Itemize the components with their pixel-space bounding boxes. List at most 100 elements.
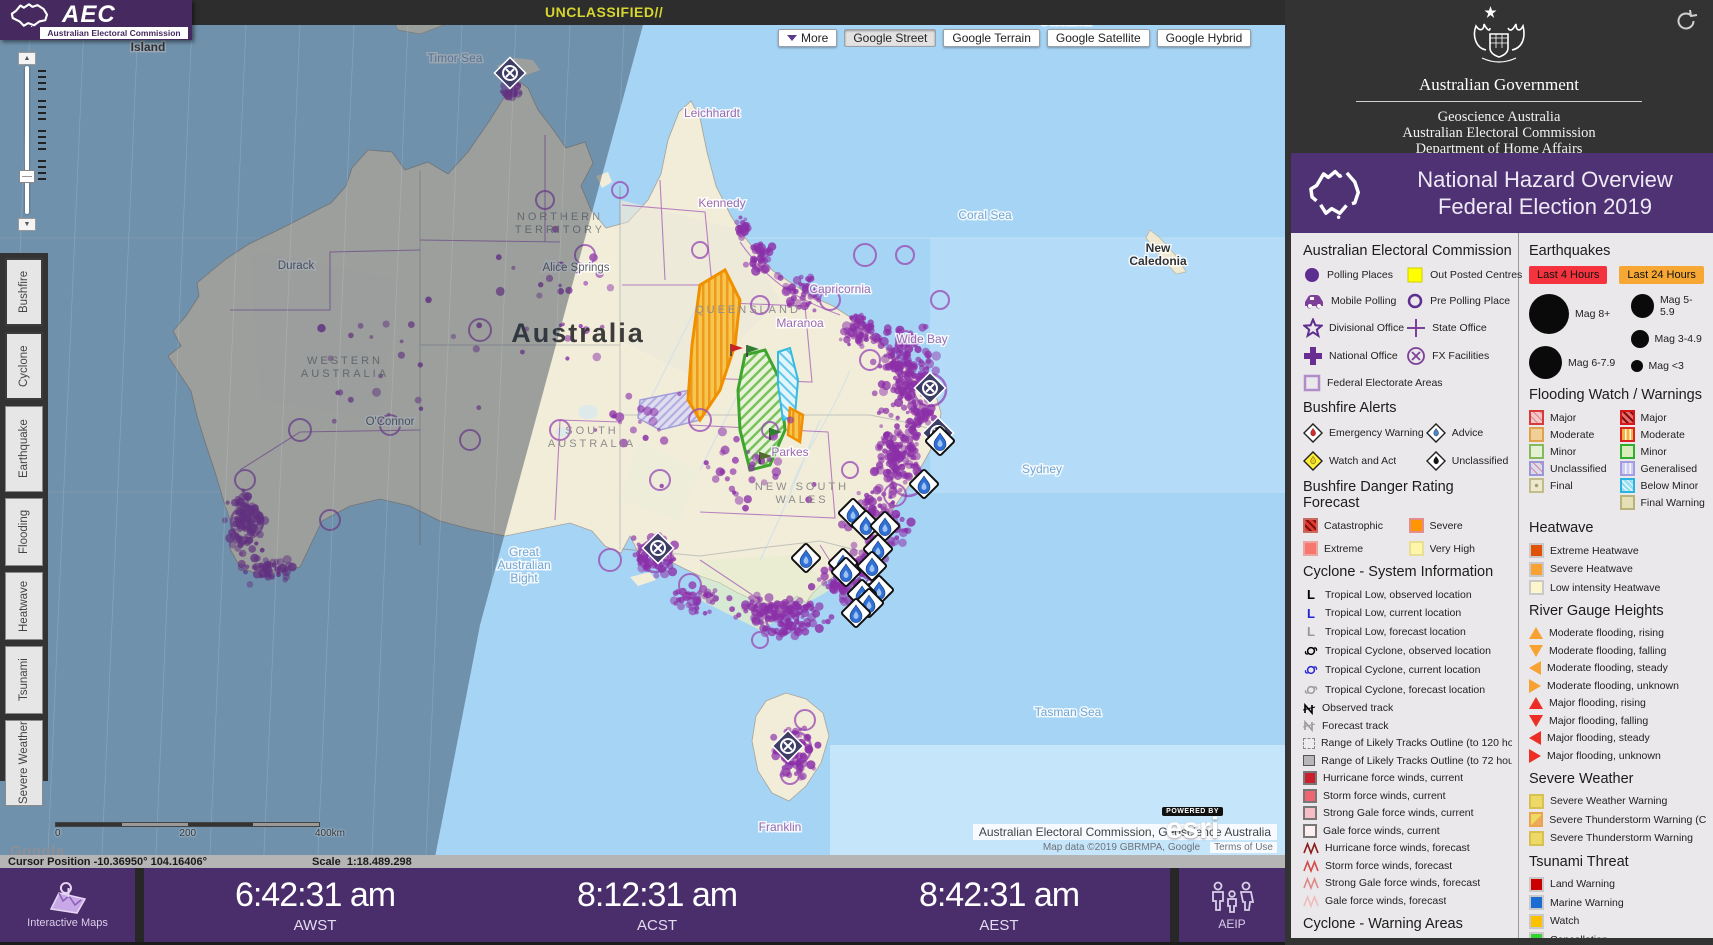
- polling-place-dot[interactable]: [854, 314, 859, 319]
- polling-place-dot[interactable]: [630, 427, 637, 434]
- polling-place-dot[interactable]: [732, 490, 736, 494]
- polling-place-dot[interactable]: [879, 424, 883, 428]
- polling-place-dot[interactable]: [864, 335, 869, 340]
- esri-logo[interactable]: POWERED BY esri: [1162, 807, 1223, 842]
- polling-place-dot[interactable]: [653, 573, 659, 579]
- polling-place-dot[interactable]: [884, 453, 891, 460]
- polling-place-dot[interactable]: [856, 331, 865, 340]
- polling-place-dot[interactable]: [801, 628, 809, 636]
- polling-place-dot[interactable]: [583, 281, 588, 286]
- polling-place-dot[interactable]: [730, 468, 737, 475]
- polling-place-dot[interactable]: [896, 431, 904, 439]
- polling-place-dot[interactable]: [922, 410, 927, 415]
- polling-place-dot[interactable]: [694, 606, 699, 611]
- polling-place-dot[interactable]: [725, 476, 730, 481]
- polling-place-dot[interactable]: [745, 222, 751, 228]
- polling-place-dot[interactable]: [877, 441, 884, 448]
- polling-place-dot[interactable]: [825, 619, 831, 625]
- polling-place-dot[interactable]: [913, 422, 918, 427]
- polling-place-dot[interactable]: [905, 446, 910, 451]
- refresh-icon[interactable]: [1673, 8, 1699, 34]
- polling-place-dot[interactable]: [625, 393, 632, 400]
- interactive-maps-button[interactable]: Interactive Maps: [0, 868, 135, 942]
- polling-place-dot[interactable]: [718, 427, 727, 436]
- polling-place-dot[interactable]: [878, 503, 883, 508]
- polling-place-dot[interactable]: [649, 417, 658, 426]
- polling-place-dot[interactable]: [817, 577, 822, 582]
- polling-place-dot[interactable]: [884, 324, 892, 332]
- polling-place-dot[interactable]: [913, 452, 921, 460]
- earthquake-filter-button[interactable]: Last 24 Hours: [1619, 266, 1703, 284]
- polling-place-dot[interactable]: [733, 615, 738, 620]
- polling-place-dot[interactable]: [894, 423, 900, 429]
- polling-place-dot[interactable]: [838, 521, 846, 529]
- polling-place-dot[interactable]: [888, 413, 893, 418]
- polling-place-dot[interactable]: [660, 436, 668, 444]
- polling-place-dot[interactable]: [870, 359, 877, 366]
- polling-place-dot[interactable]: [884, 432, 893, 441]
- polling-place-dot[interactable]: [752, 263, 757, 268]
- polling-place-dot[interactable]: [891, 366, 897, 372]
- polling-place-dot[interactable]: [792, 289, 796, 293]
- polling-place-dot[interactable]: [859, 344, 864, 349]
- polling-place-dot[interactable]: [739, 216, 743, 220]
- polling-place-dot[interactable]: [593, 353, 602, 362]
- polling-place-dot[interactable]: [786, 618, 792, 624]
- polling-place-dot[interactable]: [786, 772, 792, 778]
- polling-place-dot[interactable]: [886, 469, 891, 474]
- polling-place-dot[interactable]: [851, 542, 858, 549]
- polling-place-dot[interactable]: [762, 257, 769, 264]
- polling-place-dot[interactable]: [741, 600, 750, 609]
- polling-place-dot[interactable]: [770, 734, 777, 741]
- polling-place-dot[interactable]: [896, 416, 900, 420]
- polling-place-dot[interactable]: [660, 484, 664, 488]
- polling-place-dot[interactable]: [877, 496, 882, 501]
- polling-place-dot[interactable]: [902, 381, 910, 389]
- polling-place-dot[interactable]: [750, 600, 755, 605]
- polling-place-dot[interactable]: [911, 407, 919, 415]
- polling-place-dot[interactable]: [645, 558, 651, 564]
- polling-place-dot[interactable]: [883, 364, 890, 371]
- polling-place-dot[interactable]: [631, 535, 637, 541]
- polling-place-dot[interactable]: [746, 450, 750, 454]
- polling-place-dot[interactable]: [703, 611, 708, 616]
- polling-place-dot[interactable]: [688, 581, 696, 589]
- aeip-button[interactable]: AEIP: [1179, 868, 1285, 942]
- polling-place-dot[interactable]: [782, 287, 791, 296]
- polling-place-dot[interactable]: [805, 276, 810, 281]
- polling-place-dot[interactable]: [911, 364, 915, 368]
- polling-place-dot[interactable]: [743, 218, 747, 222]
- polling-place-dot[interactable]: [889, 352, 895, 358]
- polling-place-dot[interactable]: [903, 480, 908, 485]
- polling-place-dot[interactable]: [801, 283, 805, 287]
- polling-place-dot[interactable]: [893, 449, 899, 455]
- polling-place-dot[interactable]: [757, 250, 764, 257]
- polling-place-dot[interactable]: [801, 609, 810, 618]
- polling-place-dot[interactable]: [750, 614, 758, 622]
- polling-place-dot[interactable]: [759, 625, 766, 632]
- polling-place-dot[interactable]: [878, 457, 885, 464]
- polling-place-dot[interactable]: [840, 328, 848, 336]
- polling-place-dot[interactable]: [712, 475, 720, 483]
- basemap-button-google-street[interactable]: Google Street: [844, 29, 936, 47]
- sidebar-tab-earthquake[interactable]: Earthquake: [5, 406, 43, 492]
- polling-place-dot[interactable]: [812, 308, 816, 312]
- polling-place-dot[interactable]: [932, 351, 941, 360]
- polling-place-dot[interactable]: [870, 490, 874, 494]
- polling-place-dot[interactable]: [565, 356, 569, 360]
- polling-place-dot[interactable]: [607, 284, 614, 291]
- polling-place-dot[interactable]: [900, 517, 905, 522]
- polling-place-dot[interactable]: [899, 393, 904, 398]
- sidebar-tab-heatwave[interactable]: Heatwave: [5, 572, 43, 640]
- polling-place-dot[interactable]: [707, 610, 712, 615]
- polling-place-dot[interactable]: [787, 416, 794, 423]
- polling-place-dot[interactable]: [872, 390, 878, 396]
- polling-place-dot[interactable]: [733, 436, 740, 443]
- polling-place-dot[interactable]: [909, 455, 914, 460]
- polling-place-dot[interactable]: [710, 600, 715, 605]
- polling-place-dot[interactable]: [882, 448, 887, 453]
- polling-place-dot[interactable]: [906, 473, 912, 479]
- sidebar-tab-flooding[interactable]: Flooding: [5, 498, 43, 566]
- polling-place-dot[interactable]: [752, 454, 760, 462]
- polling-place-dot[interactable]: [861, 321, 865, 325]
